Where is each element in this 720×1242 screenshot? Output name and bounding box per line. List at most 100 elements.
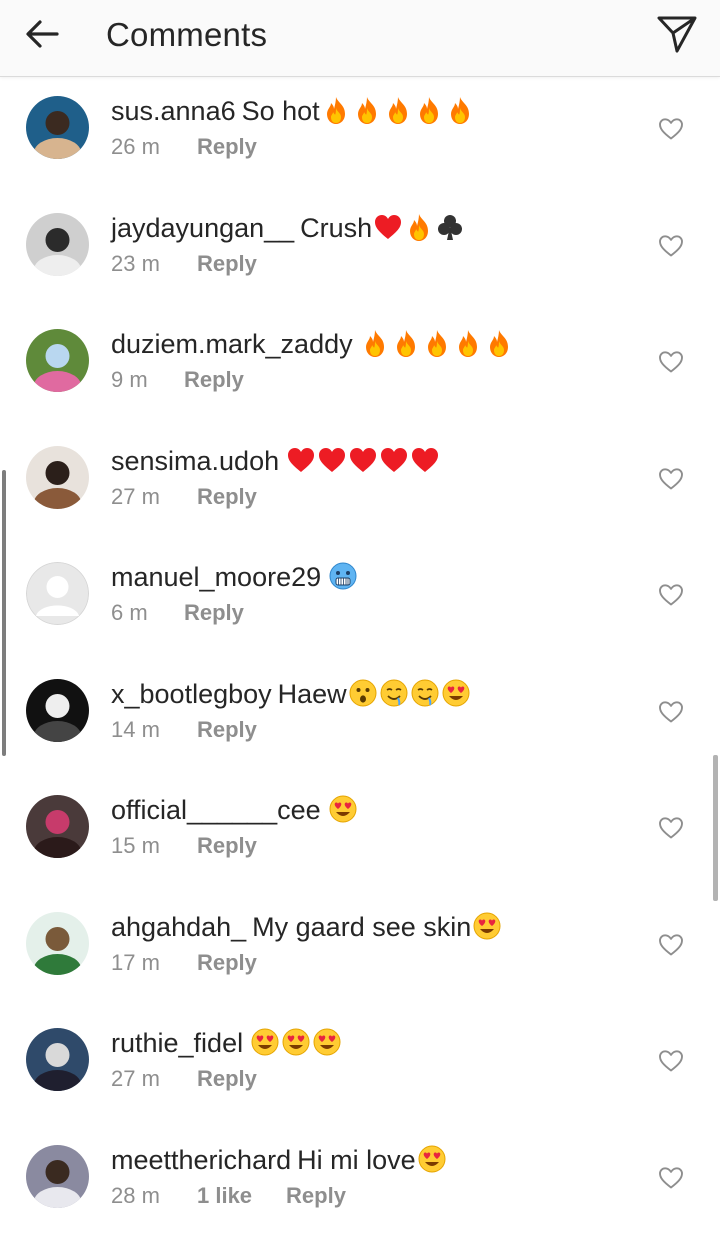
avatar[interactable] xyxy=(26,562,89,625)
comment-list[interactable]: sus.anna6So hot26 mReplyjaydayungan__Cru… xyxy=(0,77,720,1230)
comment-line: sensima.udoh xyxy=(111,443,630,479)
comment-body: manuel_moore29 6 mReply xyxy=(111,559,630,627)
comment-body: ruthie_fidel 27 mReply xyxy=(111,1025,630,1093)
comment-username[interactable]: sensima.udoh xyxy=(111,446,279,476)
comment-username[interactable]: ahgahdah_ xyxy=(111,912,246,942)
comment-timestamp: 23 m xyxy=(111,250,197,278)
like-heart-icon[interactable] xyxy=(658,467,684,491)
comment-timestamp: 14 m xyxy=(111,716,197,744)
comment-line: duziem.mark_zaddy xyxy=(111,326,630,362)
like-heart-icon[interactable] xyxy=(658,933,684,957)
reply-button[interactable]: Reply xyxy=(197,717,257,742)
fire-emoji-icon xyxy=(453,328,483,358)
comment-meta: 27 mReply xyxy=(111,1065,630,1093)
fire-emoji-icon xyxy=(484,328,514,358)
comment-username[interactable]: meettherichard xyxy=(111,1145,291,1175)
reply-button[interactable]: Reply xyxy=(184,600,244,625)
back-button[interactable] xyxy=(20,16,64,56)
fire-emoji-icon xyxy=(352,95,382,125)
reply-button[interactable]: Reply xyxy=(197,833,257,858)
comment-item[interactable]: official______cee 15 mReply xyxy=(0,776,720,893)
avatar[interactable] xyxy=(26,213,89,276)
comment-timestamp: 26 m xyxy=(111,133,197,161)
comment-item[interactable]: ahgahdah_My gaard see skin17 mReply xyxy=(0,893,720,1010)
comment-username[interactable]: manuel_moore29 xyxy=(111,562,321,592)
avatar[interactable] xyxy=(26,912,89,975)
fire-emoji-icon xyxy=(414,95,444,125)
comment-username[interactable]: x_bootlegboy xyxy=(111,679,272,709)
comment-timestamp: 27 m xyxy=(111,483,197,511)
like-heart-icon[interactable] xyxy=(658,700,684,724)
comment-body: sensima.udoh 27 mReply xyxy=(111,443,630,511)
paper-plane-icon xyxy=(656,14,698,59)
avatar[interactable] xyxy=(26,446,89,509)
comment-body: duziem.mark_zaddy 9 mReply xyxy=(111,326,630,394)
comment-username[interactable]: ruthie_fidel xyxy=(111,1028,243,1058)
share-button[interactable] xyxy=(654,13,700,59)
avatar[interactable] xyxy=(26,96,89,159)
like-heart-icon[interactable] xyxy=(658,816,684,840)
comment-body: official______cee 15 mReply xyxy=(111,792,630,860)
comment-username[interactable]: jaydayungan__ xyxy=(111,213,294,243)
avatar[interactable] xyxy=(26,329,89,392)
cold-face-emoji-icon xyxy=(328,561,358,591)
comment-item[interactable]: sensima.udoh 27 mReply xyxy=(0,427,720,544)
like-heart-icon[interactable] xyxy=(658,583,684,607)
reply-button[interactable]: Reply xyxy=(197,251,257,276)
avatar[interactable] xyxy=(26,1145,89,1208)
comment-line: jaydayungan__Crush xyxy=(111,210,630,246)
comment-item[interactable]: manuel_moore29 6 mReply xyxy=(0,543,720,660)
comment-item[interactable]: duziem.mark_zaddy 9 mReply xyxy=(0,310,720,427)
comment-text: Hi mi love xyxy=(297,1145,416,1175)
comment-text: So hot xyxy=(242,96,320,126)
reply-button[interactable]: Reply xyxy=(184,367,244,392)
comment-body: meettherichardHi mi love28 m1 likeReply xyxy=(111,1142,630,1210)
comment-timestamp: 15 m xyxy=(111,832,197,860)
reply-button[interactable]: Reply xyxy=(197,950,257,975)
comment-item[interactable]: jaydayungan__Crush 23 mReply xyxy=(0,194,720,311)
reply-button[interactable]: Reply xyxy=(197,134,257,159)
reply-button[interactable]: Reply xyxy=(197,484,257,509)
scroll-indicator[interactable] xyxy=(2,470,6,756)
comment-item[interactable]: sus.anna6So hot 26 mReply xyxy=(0,77,720,194)
comment-body: ahgahdah_My gaard see skin17 mReply xyxy=(111,909,630,977)
comment-meta: 15 mReply xyxy=(111,832,630,860)
reply-button[interactable]: Reply xyxy=(197,1066,257,1091)
avatar[interactable] xyxy=(26,679,89,742)
comment-body: x_bootlegboyHaew 14 mReply xyxy=(111,676,630,744)
comment-item[interactable]: meettherichardHi mi love28 m1 likeReply xyxy=(0,1126,720,1242)
like-count[interactable]: 1 like xyxy=(197,1183,252,1208)
comment-meta: 9 mReply xyxy=(111,366,630,394)
comment-item[interactable]: x_bootlegboyHaew 14 mReply xyxy=(0,660,720,777)
avatar[interactable] xyxy=(26,795,89,858)
like-heart-icon[interactable] xyxy=(658,117,684,141)
comment-line: manuel_moore29 xyxy=(111,559,630,595)
comment-item[interactable]: ruthie_fidel 27 mReply xyxy=(0,1009,720,1126)
comment-username[interactable]: official______cee xyxy=(111,795,321,825)
like-heart-icon[interactable] xyxy=(658,234,684,258)
like-heart-icon[interactable] xyxy=(658,1049,684,1073)
heart-eyes-emoji-icon xyxy=(328,794,358,824)
comment-body: jaydayungan__Crush 23 mReply xyxy=(111,210,630,278)
page-title: Comments xyxy=(106,14,267,56)
like-heart-icon[interactable] xyxy=(658,1166,684,1190)
fire-emoji-icon xyxy=(383,95,413,125)
comment-timestamp: 27 m xyxy=(111,1065,197,1093)
comment-timestamp: 6 m xyxy=(111,599,184,627)
fire-emoji-icon xyxy=(445,95,475,125)
like-heart-icon[interactable] xyxy=(658,350,684,374)
drooling-face-emoji-icon xyxy=(410,678,440,708)
comment-line: ahgahdah_My gaard see skin xyxy=(111,909,630,945)
scrollbar[interactable] xyxy=(713,755,718,901)
comment-text: Crush xyxy=(300,213,372,243)
comment-username[interactable]: sus.anna6 xyxy=(111,96,236,126)
heart-eyes-emoji-icon xyxy=(250,1027,280,1057)
fire-emoji-icon xyxy=(404,212,434,242)
comment-text: Haew xyxy=(278,679,347,709)
comment-line: meettherichardHi mi love xyxy=(111,1142,630,1178)
reply-button[interactable]: Reply xyxy=(286,1183,346,1208)
comment-username[interactable]: duziem.mark_zaddy xyxy=(111,329,353,359)
comment-text: My gaard see skin xyxy=(252,912,471,942)
fire-emoji-icon xyxy=(422,328,452,358)
avatar[interactable] xyxy=(26,1028,89,1091)
